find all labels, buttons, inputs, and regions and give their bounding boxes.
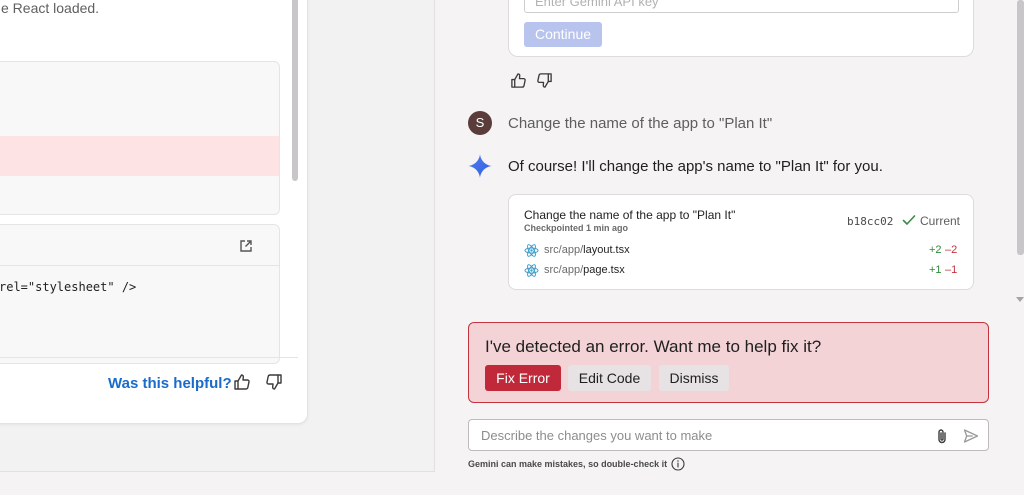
checkpoint-title: Change the name of the app to "Plan It" bbox=[524, 208, 736, 222]
error-banner: I've detected an error. Want me to help … bbox=[468, 322, 989, 403]
gemini-sparkle-icon bbox=[468, 154, 492, 178]
file-additions: +2 bbox=[929, 244, 942, 256]
info-icon[interactable] bbox=[671, 457, 685, 471]
was-this-helpful-link[interactable]: Was this helpful? bbox=[108, 375, 232, 392]
dismiss-button[interactable]: Dismiss bbox=[659, 365, 729, 391]
left-pane: e React loaded. rel="stylesheet" /> Was … bbox=[0, 0, 435, 472]
thumbs-down-icon[interactable] bbox=[536, 72, 553, 89]
thumbs-down-icon[interactable] bbox=[265, 373, 283, 391]
code-block: rel="stylesheet" /> bbox=[0, 224, 280, 364]
api-key-input[interactable]: Enter Gemini API key bbox=[524, 0, 959, 13]
documentation-panel: e React loaded. rel="stylesheet" /> Was … bbox=[0, 0, 308, 424]
file-path: src/app/page.tsx bbox=[544, 264, 625, 276]
file-additions: +1 bbox=[929, 264, 942, 276]
send-icon[interactable] bbox=[963, 428, 979, 444]
file-deletions: –1 bbox=[945, 264, 958, 276]
file-name: layout.tsx bbox=[583, 244, 630, 256]
thumbs-up-icon[interactable] bbox=[510, 72, 527, 89]
changed-file-row[interactable]: src/app/page.tsx +1 –1 bbox=[524, 262, 960, 278]
checkpoint-status: Current bbox=[920, 214, 961, 228]
file-name: page.tsx bbox=[583, 264, 625, 276]
continue-button[interactable]: Continue bbox=[524, 22, 602, 47]
user-avatar: S bbox=[468, 111, 492, 135]
prompt-box bbox=[468, 419, 989, 451]
external-link-icon[interactable] bbox=[239, 239, 253, 253]
error-message: I've detected an error. Want me to help … bbox=[485, 337, 822, 356]
disclaimer-text: Gemini can make mistakes, so double-chec… bbox=[468, 459, 668, 469]
checkpoint-card[interactable]: Change the name of the app to "Plan It" … bbox=[508, 194, 974, 290]
fix-error-button[interactable]: Fix Error bbox=[485, 365, 561, 391]
checkpoint-timestamp: Checkpointed 1 min ago bbox=[524, 223, 629, 233]
file-path: src/app/layout.tsx bbox=[544, 244, 630, 256]
code-line: rel="stylesheet" /> bbox=[0, 280, 137, 294]
code-block-header bbox=[0, 225, 279, 266]
doc-scrollbar[interactable] bbox=[292, 0, 298, 181]
file-deletions: –2 bbox=[945, 244, 958, 256]
commit-hash: b18cc02 bbox=[847, 215, 894, 228]
doc-text: e React loaded. bbox=[1, 0, 100, 16]
feedback-bar: Was this helpful? bbox=[0, 357, 298, 405]
changed-file-row[interactable]: src/app/layout.tsx +2 –2 bbox=[524, 242, 960, 258]
prompt-input[interactable] bbox=[469, 420, 924, 450]
thumbs-up-icon[interactable] bbox=[233, 373, 251, 391]
code-error-highlight bbox=[0, 136, 279, 176]
chat-scrollbar[interactable] bbox=[1017, 0, 1024, 255]
file-dir: src/app/ bbox=[544, 244, 584, 256]
scroll-down-arrow-icon[interactable] bbox=[1016, 297, 1024, 302]
ai-message: Of course! I'll change the app's name to… bbox=[508, 158, 883, 175]
paperclip-icon[interactable] bbox=[935, 428, 949, 444]
api-key-card: Enter Gemini API key Continue bbox=[508, 0, 974, 57]
code-block-diff bbox=[0, 61, 280, 215]
react-icon bbox=[524, 264, 539, 277]
user-message: Change the name of the app to "Plan It" bbox=[508, 115, 773, 132]
edit-code-button[interactable]: Edit Code bbox=[568, 365, 651, 391]
react-icon bbox=[524, 244, 539, 257]
file-dir: src/app/ bbox=[544, 264, 584, 276]
checkmark-icon bbox=[902, 215, 916, 225]
